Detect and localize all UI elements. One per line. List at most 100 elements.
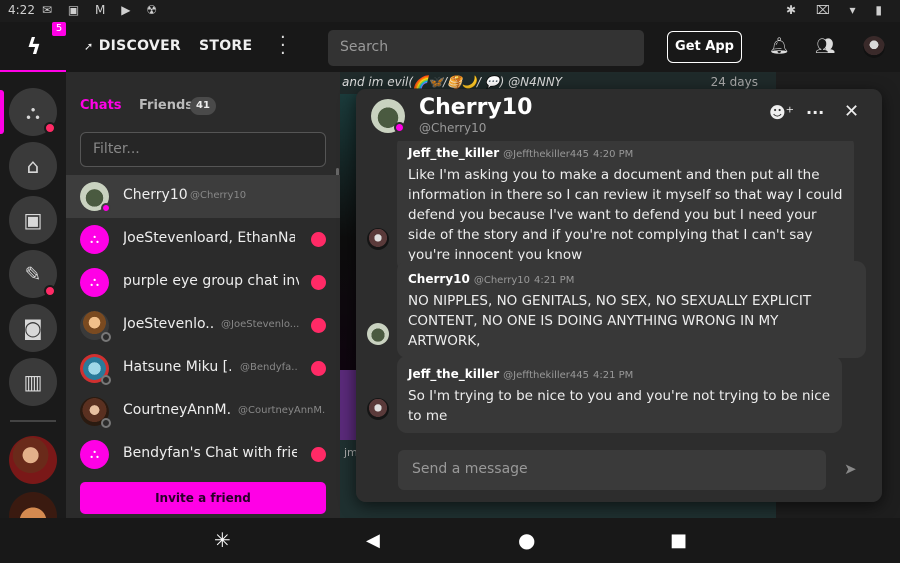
message-body: NO NIPPLES, NO GENITALS, NO SEX, NO SEXU… xyxy=(408,293,812,349)
unread-dot xyxy=(311,447,326,462)
offline-status-dot xyxy=(101,418,111,428)
online-status-dot xyxy=(101,203,111,213)
chat-name: Hatsune Miku [... xyxy=(123,359,231,375)
chat-row-group-1[interactable]: ⛬ JoeStevenloard, EthanNat... xyxy=(66,218,340,261)
library-icon: ▥ xyxy=(23,370,43,394)
close-icon[interactable]: ✕ xyxy=(844,101,859,122)
message-author[interactable]: Cherry10 xyxy=(408,272,470,286)
status-time: 4:22 xyxy=(8,3,35,17)
profile-avatar[interactable] xyxy=(863,36,885,58)
rail-game-avatar-1[interactable] xyxy=(9,436,57,484)
feed-post-time: 24 days xyxy=(710,75,758,89)
unread-dot xyxy=(311,318,326,333)
chat-tree-icon: ⛬ xyxy=(26,100,40,124)
message-bubble: Jeff_the_killer @Jeffthekiller445 4:20 PM … xyxy=(397,141,854,272)
notification-icons: ✉ ▣ M ▶ ☢ xyxy=(42,3,163,17)
offline-status-dot xyxy=(101,332,111,342)
add-friend-icon[interactable]: 👥︎ xyxy=(815,36,835,55)
message-handle: @Jeffthekiller445 xyxy=(503,149,590,160)
rail-active-indicator xyxy=(0,90,4,134)
system-icons: ✱ ⌧ ▾ ▮ xyxy=(786,3,890,17)
assistant-icon[interactable]: ✳ xyxy=(214,528,231,552)
add-user-icon[interactable]: ☻⁺ xyxy=(769,103,794,122)
message-author[interactable]: Jeff_the_killer xyxy=(408,367,499,381)
back-icon[interactable]: ◀ xyxy=(366,530,380,551)
chat-handle: @CourtneyAnnM... xyxy=(238,405,326,416)
get-app-button[interactable]: Get App xyxy=(667,31,742,63)
top-nav: ϟ 5 ➚ DISCOVER STORE · · · Search Get App … xyxy=(0,22,900,73)
group-chat-icon: ⛬ xyxy=(80,225,109,254)
more-vertical-icon[interactable]: · · · xyxy=(280,29,286,63)
chat-partner-handle: @Cherry10 xyxy=(419,121,487,135)
recents-icon[interactable]: ■ xyxy=(670,530,687,551)
send-icon[interactable]: ➤ xyxy=(844,460,857,478)
chat-row-miku[interactable]: Hatsune Miku [... @Bendyfa... xyxy=(66,347,340,390)
bell-icon[interactable]: 🔔︎ xyxy=(769,36,789,55)
message-input[interactable]: Send a message xyxy=(398,450,826,490)
rail-store-button[interactable]: ⌂ xyxy=(9,142,57,190)
app-logo-icon[interactable]: ϟ xyxy=(14,32,54,64)
chat-partner-name[interactable]: Cherry10 xyxy=(419,95,532,120)
friends-count-badge: 41 xyxy=(190,97,216,115)
unread-dot xyxy=(311,275,326,290)
chat-row-group-3[interactable]: ⛬ Bendyfan's Chat with frie... xyxy=(66,433,340,476)
composer-area: Send a message ➤ xyxy=(356,436,882,502)
message-time: 4:21 PM xyxy=(534,275,575,286)
message-body: Like I'm asking you to make a document a… xyxy=(408,167,843,263)
chat-row-joe[interactable]: JoeStevenlo... @JoeStevenlo... xyxy=(66,304,340,347)
discover-link[interactable]: ➚ DISCOVER xyxy=(84,38,181,54)
tab-friends[interactable]: Friends xyxy=(139,98,193,113)
message-list: Jeff_the_killer @Jeffthekiller445 4:20 PM … xyxy=(356,141,882,436)
rail-inventory-button[interactable]: ▣ xyxy=(9,196,57,244)
chat-name: JoeStevenlo... xyxy=(123,316,215,332)
status-bar: 4:22 ✉ ▣ M ▶ ☢ ✱ ⌧ ▾ ▮ xyxy=(0,0,900,22)
feed-post-text: and im evil(🌈🦋/🥞🌙/ 💬) @N4NNY xyxy=(342,75,563,89)
rail-library-button[interactable]: ▥ xyxy=(9,358,57,406)
unread-dot xyxy=(311,361,326,376)
more-horizontal-icon[interactable]: ··· xyxy=(806,103,824,122)
chat-list-panel: Chats Friends 41 Filter... Cherry10 @Che… xyxy=(66,72,340,518)
chat-name: CourtneyAnnM... xyxy=(123,402,231,418)
store-icon: ⌂ xyxy=(26,154,40,178)
chat-handle: @Cherry10 xyxy=(190,190,247,201)
search-input[interactable]: Search xyxy=(328,30,644,66)
message-avatar[interactable] xyxy=(367,323,389,345)
chat-name: JoeStevenloard, EthanNat... xyxy=(123,230,295,246)
logo-badge: 5 xyxy=(52,22,66,36)
left-rail: ⛬ ⌂ ▣ ✎ ◙ ▥ xyxy=(0,72,66,540)
discover-label: DISCOVER xyxy=(98,38,182,54)
tab-chats[interactable]: Chats xyxy=(80,98,122,113)
chat-handle: @JoeStevenlo... xyxy=(221,319,299,330)
home-icon[interactable]: ● xyxy=(518,528,535,552)
rail-divider xyxy=(10,420,56,422)
chat-row-courtney[interactable]: CourtneyAnnM... @CourtneyAnnM... xyxy=(66,390,340,433)
system-nav-bar: ✳ ◀ ● ■ xyxy=(0,518,900,563)
group-chat-icon: ⛬ xyxy=(80,268,109,297)
chat-window-header: Cherry10 @Cherry10 ☻⁺ ··· ✕ xyxy=(356,89,882,141)
message-author[interactable]: Jeff_the_killer xyxy=(408,146,499,160)
chat-name: Cherry10 xyxy=(123,187,188,203)
brush-icon: ✎ xyxy=(24,262,42,286)
message-body: So I'm trying to be nice to you and you'… xyxy=(408,388,831,424)
chat-name: Bendyfan's Chat with frie... xyxy=(123,445,297,461)
invite-friend-button[interactable]: Invite a friend xyxy=(80,482,326,514)
unread-dot xyxy=(311,232,326,247)
online-status-dot xyxy=(394,122,405,133)
message-avatar[interactable] xyxy=(367,228,389,250)
chat-handle: @Bendyfa... xyxy=(240,362,298,373)
rail-chats-unread-dot xyxy=(44,122,56,134)
filter-input[interactable]: Filter... xyxy=(80,132,326,167)
message-avatar[interactable] xyxy=(367,398,389,420)
store-link[interactable]: STORE xyxy=(199,38,252,54)
rail-avatar-button[interactable]: ◙ xyxy=(9,304,57,352)
chat-window: Cherry10 @Cherry10 ☻⁺ ··· ✕ Jeff_the_kil… xyxy=(356,89,882,502)
rocket-icon: ➚ xyxy=(84,40,94,53)
message-time: 4:20 PM xyxy=(593,149,634,160)
message-time: 4:21 PM xyxy=(593,370,634,381)
group-chat-icon: ⛬ xyxy=(80,440,109,469)
chat-name: purple eye group chat invi... xyxy=(123,273,299,289)
message-handle: @Jeffthekiller445 xyxy=(503,370,590,381)
message-bubble: Jeff_the_killer @Jeffthekiller445 4:21 PM … xyxy=(397,356,842,433)
chat-row-cherry10[interactable]: Cherry10 @Cherry10 xyxy=(66,175,340,218)
chat-row-group-2[interactable]: ⛬ purple eye group chat invi... xyxy=(66,261,340,304)
